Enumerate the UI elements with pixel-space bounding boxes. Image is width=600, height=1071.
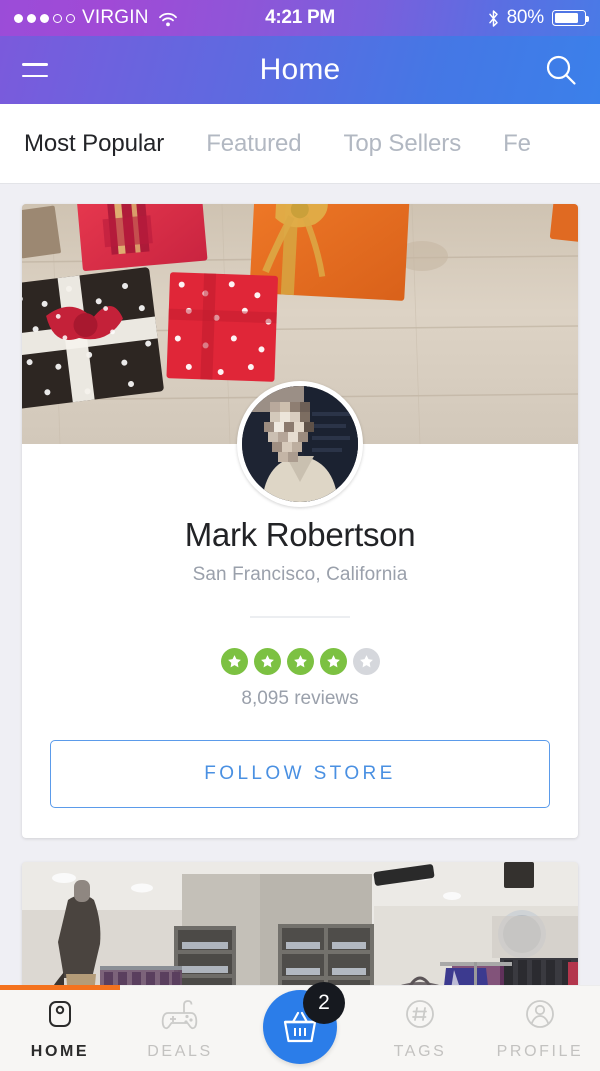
nav-label-deals: DEALS bbox=[147, 1043, 213, 1060]
page-title: Home bbox=[259, 53, 341, 86]
page-progress-fill bbox=[0, 985, 120, 990]
store-card[interactable]: Mark Robertson San Francisco, California… bbox=[22, 204, 578, 838]
person-profile-icon bbox=[522, 994, 558, 1036]
star-icon-4 bbox=[319, 647, 347, 675]
store-name: Mark Robertson bbox=[184, 516, 416, 553]
nav-label-home: HOME bbox=[30, 1043, 90, 1060]
tab-featured[interactable]: Featured bbox=[206, 130, 301, 158]
star-icon-2 bbox=[253, 647, 281, 675]
divider bbox=[250, 616, 350, 618]
page-progress-bar bbox=[0, 985, 600, 990]
status-bar-right: 80% bbox=[488, 7, 589, 29]
shopping-basket-icon[interactable]: 2 bbox=[263, 982, 345, 1064]
rating-stars bbox=[22, 647, 578, 675]
category-tab-bar[interactable]: Most Popular Featured Top Sellers Fe bbox=[0, 104, 600, 184]
nav-item-tags[interactable]: TAGS bbox=[360, 994, 480, 1061]
home-icon bbox=[42, 994, 78, 1036]
tab-overflow[interactable]: Fe bbox=[503, 130, 531, 158]
tab-top-sellers[interactable]: Top Sellers bbox=[343, 130, 461, 158]
nav-item-home[interactable]: HOME bbox=[0, 994, 120, 1061]
star-icon-3 bbox=[286, 647, 314, 675]
status-bar: VIRGIN 4:21 PM 80% bbox=[0, 0, 600, 36]
bottom-navigation-bar[interactable]: HOME DEALS 2 TAGS PROFILE bbox=[0, 982, 600, 1071]
signal-strength-dots bbox=[14, 13, 75, 23]
hash-tag-icon bbox=[402, 994, 438, 1036]
carrier-name: VIRGIN bbox=[82, 7, 149, 28]
nav-item-profile[interactable]: PROFILE bbox=[480, 994, 600, 1061]
battery-percent-label: 80% bbox=[506, 7, 545, 28]
nav-label-tags: TAGS bbox=[393, 1043, 447, 1060]
store-location: San Francisco, California bbox=[192, 564, 408, 585]
content-scroll-area[interactable]: Mark Robertson San Francisco, California… bbox=[0, 184, 600, 1071]
bluetooth-icon bbox=[488, 9, 499, 27]
app-header: Home bbox=[0, 36, 600, 104]
store-card-body: Mark Robertson San Francisco, California… bbox=[22, 381, 578, 838]
status-bar-left: VIRGIN bbox=[14, 7, 178, 29]
follow-store-button[interactable]: FOLLOW STORE bbox=[50, 739, 550, 808]
battery-icon bbox=[552, 10, 589, 26]
search-icon[interactable] bbox=[544, 53, 578, 87]
star-icon-1 bbox=[220, 647, 248, 675]
star-icon-5 bbox=[352, 647, 380, 675]
hamburger-menu-icon[interactable] bbox=[22, 59, 48, 81]
wifi-icon bbox=[158, 11, 178, 26]
nav-item-deals[interactable]: DEALS bbox=[120, 994, 240, 1061]
gamepad-icon bbox=[159, 994, 201, 1036]
avatar[interactable] bbox=[237, 381, 363, 507]
tab-most-popular[interactable]: Most Popular bbox=[24, 130, 164, 158]
review-count: 8,095 reviews bbox=[241, 687, 359, 709]
nav-label-profile: PROFILE bbox=[496, 1043, 584, 1060]
